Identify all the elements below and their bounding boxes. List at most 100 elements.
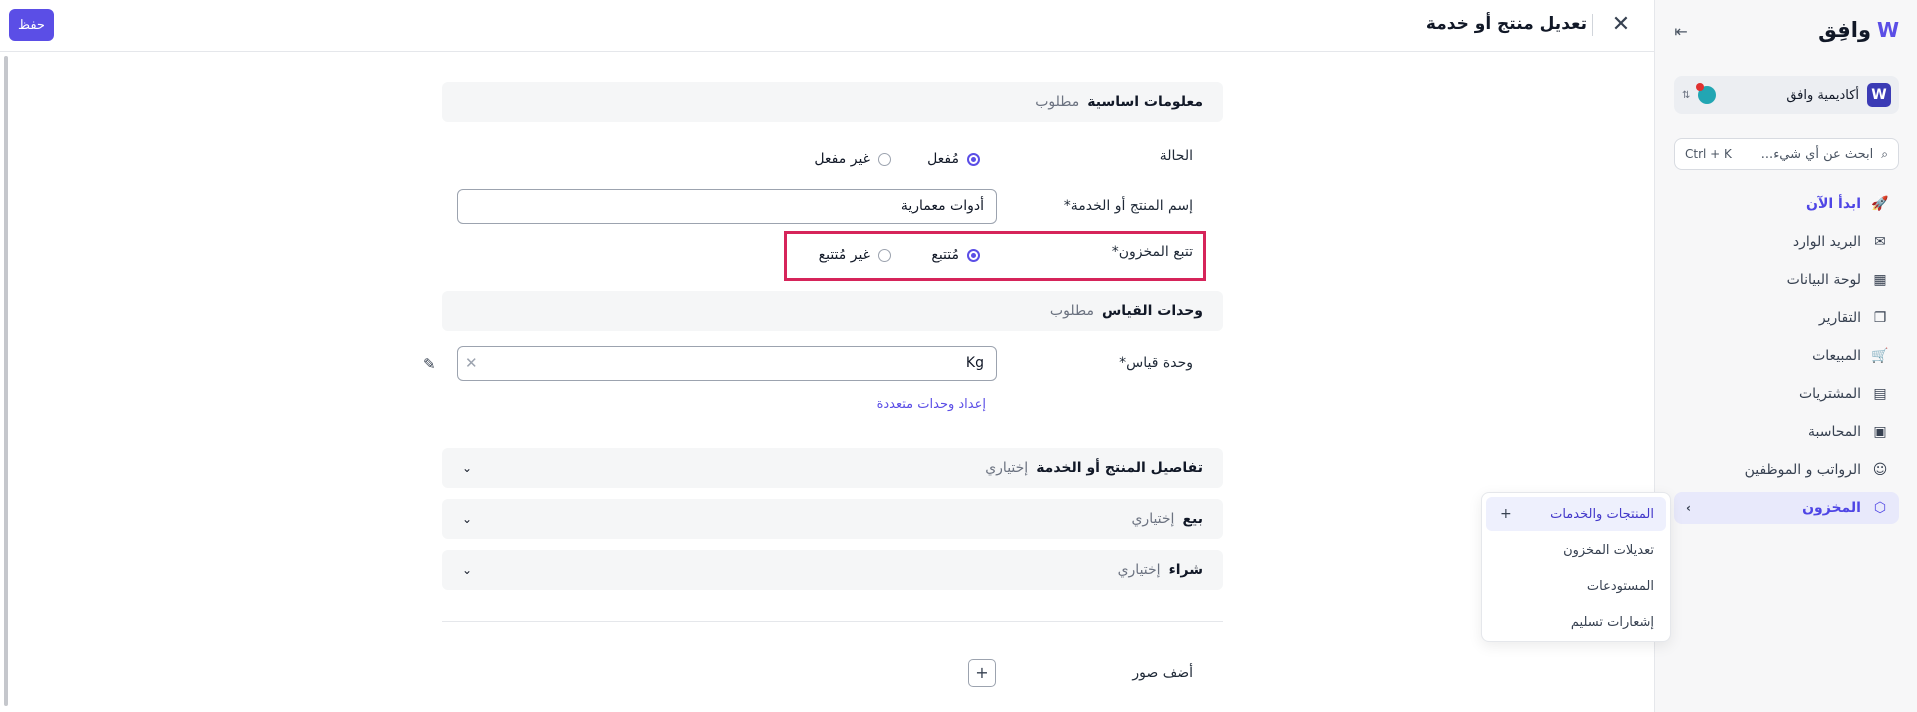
close-icon[interactable]: ✕: [1610, 14, 1632, 36]
scrollbar[interactable]: [4, 56, 8, 706]
chevron-down-icon: ⌄: [462, 461, 473, 475]
section-basic-info: معلومات اساسية مطلوب: [442, 82, 1223, 122]
section-title: بيع: [1182, 511, 1203, 527]
dashboard-icon: ▦: [1873, 272, 1887, 288]
inbox-icon: ✉: [1874, 234, 1886, 250]
sidebar-nav: 🚀 ابدأ الآن ✉ البريد الوارد ▦ لوحة البيا…: [1674, 188, 1899, 530]
add-photo-button[interactable]: +: [968, 659, 996, 687]
sidebar-item-label: لوحة البيانات: [1786, 272, 1861, 288]
sidebar-item-label: المخزون: [1802, 500, 1861, 516]
section-title: وحدات القياس: [1101, 303, 1203, 319]
avatar: [1696, 83, 1717, 104]
receipt-icon: ▤: [1873, 386, 1887, 402]
sidebar-item-label: المشتريات: [1798, 386, 1861, 402]
sidebar-item-purchases[interactable]: ▤ المشتريات: [1674, 378, 1899, 410]
plus-icon[interactable]: +: [1500, 506, 1512, 522]
sidebar: W وافِق ⇤ W أكاديمية وافق ⇅ ⌕ ابحث عن أي…: [1654, 0, 1917, 712]
submenu-item-adjustments[interactable]: تعديلات المخزون: [1486, 533, 1666, 567]
radio-selected-icon: [967, 152, 980, 166]
product-name-input[interactable]: أدوات معمارية: [457, 189, 997, 224]
sidebar-item-inbox[interactable]: ✉ البريد الوارد: [1674, 226, 1899, 258]
org-name: أكاديمية وافق: [1786, 87, 1859, 103]
logo[interactable]: W وافِق: [1818, 18, 1899, 42]
chevron-right-icon: ›: [1686, 501, 1691, 515]
sidebar-item-label: ابدأ الآن: [1806, 196, 1861, 212]
search-placeholder: ابحث عن أي شيء...: [1760, 146, 1874, 162]
tracking-label: تتبع المخزون*: [1111, 244, 1193, 260]
sidebar-item-label: المحاسبة: [1807, 424, 1861, 440]
search-input[interactable]: ⌕ ابحث عن أي شيء... Ctrl + K: [1674, 138, 1899, 170]
unit-select[interactable]: Kg: [457, 346, 997, 381]
section-tag: مطلوب: [1049, 303, 1094, 319]
submenu-item-products[interactable]: المنتجات والخدمات +: [1486, 497, 1666, 531]
section-title: شراء: [1168, 562, 1203, 578]
multi-units-link[interactable]: إعداد وحدات متعددة: [877, 397, 986, 412]
page-title: تعديل منتج أو خدمة: [1425, 14, 1587, 34]
tracking-tracked-radio[interactable]: مُتتبع: [931, 247, 980, 263]
chevron-down-icon: ⌄: [462, 563, 473, 577]
sidebar-item-accounting[interactable]: ▣ المحاسبة: [1674, 416, 1899, 448]
radio-unselected-icon: [878, 248, 891, 262]
add-photos-label: أضف صور: [1132, 665, 1193, 681]
clear-icon[interactable]: ✕: [465, 354, 478, 372]
sidebar-item-label: التقارير: [1818, 310, 1861, 326]
radio-unselected-icon: [878, 152, 891, 166]
sidebar-item-sales[interactable]: 🛒 المبيعات: [1674, 340, 1899, 372]
radio-selected-icon: [967, 248, 980, 262]
divider: [442, 621, 1223, 622]
section-tag: إختياري: [1131, 511, 1175, 527]
submenu-item-label: تعديلات المخزون: [1563, 542, 1654, 558]
collapse-sidebar-icon[interactable]: ⇤: [1669, 20, 1693, 44]
section-details[interactable]: تفاصيل المنتج أو الخدمة إختياري ⌄: [442, 448, 1223, 488]
status-active-radio[interactable]: مُفعل: [927, 151, 980, 167]
radio-label: غير مُتتبع: [818, 247, 870, 263]
section-units: وحدات القياس مطلوب: [442, 291, 1223, 331]
sidebar-item-label: البريد الوارد: [1792, 234, 1861, 250]
top-bar: حفظ تعديل منتج أو خدمة ✕: [0, 0, 1654, 52]
status-inactive-radio[interactable]: غير مفعل: [814, 151, 891, 167]
people-icon: ☺: [1872, 462, 1888, 478]
sidebar-item-dashboard[interactable]: ▦ لوحة البيانات: [1674, 264, 1899, 296]
sidebar-item-reports[interactable]: ❐ التقارير: [1674, 302, 1899, 334]
submenu-item-label: إشعارات تسليم: [1570, 614, 1654, 630]
chevron-down-icon: ⌄: [462, 512, 473, 526]
radio-label: مُتتبع: [931, 247, 959, 263]
submenu-item-warehouses[interactable]: المستودعات: [1486, 569, 1666, 603]
section-tag: مطلوب: [1035, 94, 1080, 110]
search-shortcut: Ctrl + K: [1685, 147, 1732, 161]
box-icon: ⬡: [1873, 500, 1887, 516]
cart-icon: 🛒: [1871, 348, 1889, 364]
sidebar-item-payroll[interactable]: ☺ الرواتب و الموظفين: [1674, 454, 1899, 486]
product-name-label: إسم المنتج أو الخدمة*: [1063, 198, 1193, 214]
sidebar-item-label: الرواتب و الموظفين: [1744, 462, 1861, 478]
unit-label: وحدة قياس*: [1119, 355, 1193, 371]
section-tag: إختياري: [985, 460, 1029, 476]
section-buy[interactable]: شراء إختياري ⌄: [442, 550, 1223, 590]
submenu-item-delivery-notes[interactable]: إشعارات تسليم: [1486, 605, 1666, 639]
reports-icon: ❐: [1873, 310, 1887, 326]
tracking-untracked-radio[interactable]: غير مُتتبع: [819, 247, 891, 263]
sidebar-item-inventory[interactable]: ⬡ المخزون ›: [1674, 492, 1899, 524]
section-tag: إختياري: [1117, 562, 1161, 578]
title-divider: [1592, 14, 1593, 36]
search-icon: ⌕: [1881, 146, 1888, 161]
logo-text: وافِق: [1818, 18, 1871, 42]
radio-label: غير مفعل: [814, 151, 870, 167]
submenu-item-label: المنتجات والخدمات: [1550, 506, 1654, 522]
org-badge: W: [1867, 83, 1891, 107]
ledger-icon: ▣: [1873, 424, 1887, 440]
section-title: تفاصيل المنتج أو الخدمة: [1036, 460, 1203, 476]
radio-label: مُفعل: [927, 151, 959, 167]
logo-mark-icon: W: [1876, 18, 1899, 42]
status-label: الحالة: [1159, 148, 1193, 164]
submenu-item-label: المستودعات: [1586, 578, 1654, 594]
pencil-icon[interactable]: ✎: [423, 355, 436, 373]
sidebar-item-label: المبيعات: [1812, 348, 1861, 364]
section-sell[interactable]: بيع إختياري ⌄: [442, 499, 1223, 539]
org-switcher[interactable]: W أكاديمية وافق ⇅: [1674, 76, 1899, 114]
rocket-icon: 🚀: [1871, 196, 1889, 212]
save-button[interactable]: حفظ: [9, 9, 54, 41]
chevron-updown-icon: ⇅: [1682, 89, 1691, 101]
sidebar-item-get-started[interactable]: 🚀 ابدأ الآن: [1674, 188, 1899, 220]
section-title: معلومات اساسية: [1087, 94, 1203, 110]
